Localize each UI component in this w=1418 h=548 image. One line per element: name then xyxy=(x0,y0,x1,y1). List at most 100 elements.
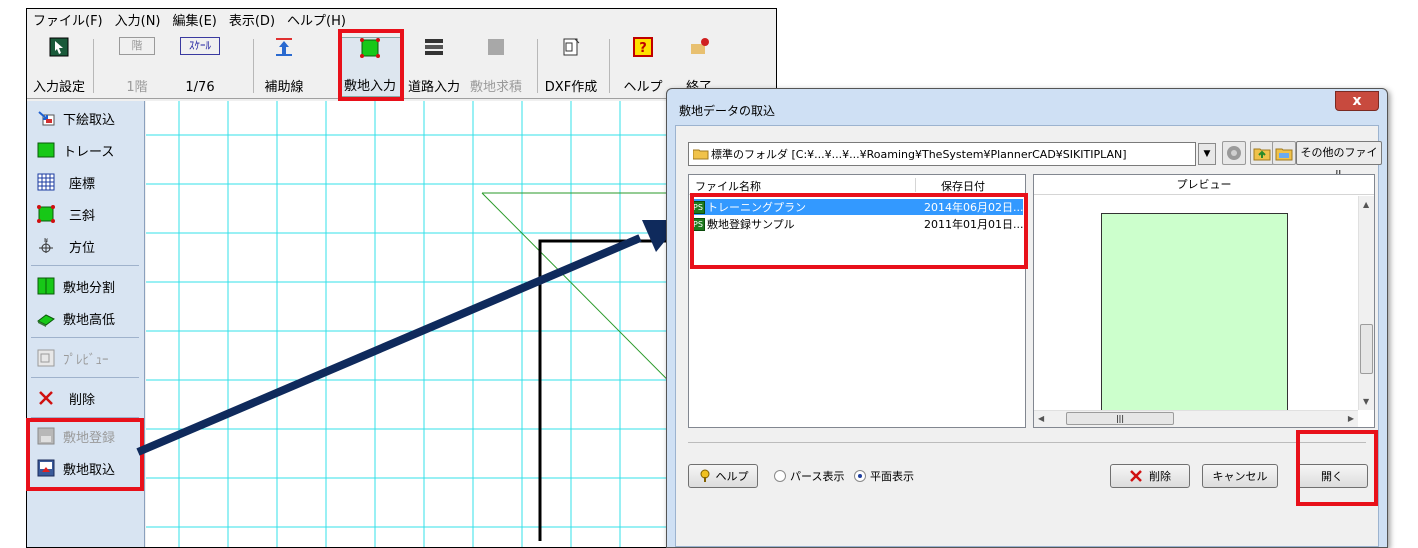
sidebar-item-label: 三斜 xyxy=(69,208,96,224)
column-header-date[interactable]: 保存日付 xyxy=(941,178,985,194)
sidebar-item-label: 下絵取込 xyxy=(63,112,116,128)
site-area-icon xyxy=(488,39,504,55)
sidebar-divider xyxy=(31,337,139,338)
sidebar-item-triangle[interactable]: 三斜 xyxy=(27,199,145,229)
toolbar-separator xyxy=(537,39,538,93)
radio-plan-label: 平面表示 xyxy=(870,470,914,483)
compass-icon: N xyxy=(39,238,53,253)
sidebar-item-trace[interactable]: トレース xyxy=(27,135,145,165)
delete-x-icon xyxy=(39,391,53,405)
scroll-left-icon[interactable]: ◀ xyxy=(1038,414,1044,423)
dialog-separator xyxy=(688,442,1366,443)
svg-text:N: N xyxy=(44,238,48,244)
dialog-title: 敷地データの取込 xyxy=(679,104,776,118)
menu-bar: ファイル(F) 入力(N) 編集(E) 表示(D) ヘルプ(H) xyxy=(27,9,776,30)
dxf-create-label: DXF作成 xyxy=(544,80,598,95)
guide-line-button[interactable]: 補助線 xyxy=(259,37,309,97)
sidebar-divider xyxy=(31,377,139,378)
folder-path: 標準のフォルダ [C:¥...¥...¥...¥Roaming¥TheSyste… xyxy=(711,148,1127,161)
horizontal-scrollbar[interactable]: ◀ ||| ▶ xyxy=(1034,410,1358,427)
floor-button[interactable]: 階 1階 xyxy=(115,37,159,97)
scroll-down-icon[interactable]: ▼ xyxy=(1363,397,1369,406)
folder-dropdown-button[interactable]: ▼ xyxy=(1198,143,1216,165)
sidebar-item-label: トレース xyxy=(63,144,115,160)
help-toolbar-button[interactable]: ? ヘルプ xyxy=(619,37,667,97)
close-button[interactable]: x xyxy=(1335,91,1379,111)
help-key-icon xyxy=(700,469,709,482)
sidebar-item-label: ﾌﾟﾚﾋﾞｭｰ xyxy=(63,352,109,368)
road-input-button[interactable]: 道路入力 xyxy=(405,37,463,97)
site-area-button[interactable]: 敷地求積 xyxy=(467,37,525,97)
menu-help[interactable]: ヘルプ(H) xyxy=(287,10,346,29)
folder-up-button[interactable] xyxy=(1250,141,1274,165)
menu-edit[interactable]: 編集(E) xyxy=(173,10,217,29)
exit-door-icon xyxy=(691,38,709,54)
site-elevation-icon xyxy=(37,314,55,327)
menu-file[interactable]: ファイル(F) xyxy=(33,10,103,29)
guide-line-label: 補助線 xyxy=(264,80,304,95)
preview-icon xyxy=(37,349,55,367)
delete-button-label: 削除 xyxy=(1149,470,1171,483)
radio-plan[interactable]: 平面表示 xyxy=(854,468,914,484)
sidebar-item-label: 座標 xyxy=(69,176,96,192)
sidebar-item-import-underlay[interactable]: 下絵取込 xyxy=(27,103,145,133)
help-button-label: ヘルプ xyxy=(715,470,749,483)
scroll-up-icon[interactable]: ▲ xyxy=(1363,200,1369,209)
trace-icon xyxy=(37,142,55,158)
other-files-button[interactable]: その他のファイル xyxy=(1296,141,1382,181)
import-underlay-icon xyxy=(38,111,55,126)
sidebar-item-label: 方位 xyxy=(69,240,96,256)
grid-coordinates-icon xyxy=(37,173,55,191)
sidebar-item-site-elevation[interactable]: 敷地高低 xyxy=(27,303,145,333)
svg-text:?: ? xyxy=(639,41,647,56)
scroll-right-icon[interactable]: ▶ xyxy=(1348,414,1354,423)
preview-pane: プレビュー ▲ ▼ ◀ ||| ▶ xyxy=(1033,174,1375,428)
road-input-label: 道路入力 xyxy=(407,80,460,95)
dxf-create-button[interactable]: DXF作成 xyxy=(541,37,601,97)
vertical-scroll-thumb[interactable] xyxy=(1360,324,1373,374)
floor-label: 1階 xyxy=(126,80,148,95)
help-question-icon: ? xyxy=(633,37,653,57)
cancel-button[interactable]: キャンセル xyxy=(1202,464,1278,488)
disc-icon xyxy=(1227,146,1241,160)
sidebar-item-delete[interactable]: 削除 xyxy=(27,383,145,413)
menu-input[interactable]: 入力(N) xyxy=(115,10,161,29)
input-settings-button[interactable]: 入力設定 xyxy=(31,37,87,97)
menu-view[interactable]: 表示(D) xyxy=(229,10,275,29)
sidebar-item-compass[interactable]: N 方位 xyxy=(27,231,145,261)
toolbar-separator xyxy=(253,39,254,93)
vertical-scrollbar[interactable]: ▲ ▼ xyxy=(1358,196,1374,410)
highlight-site-input xyxy=(338,29,404,101)
site-preview-shape xyxy=(1101,213,1288,425)
guide-line-icon xyxy=(276,38,292,56)
radio-perspective[interactable]: パース表示 xyxy=(774,468,844,484)
radio-perspective-label: パース表示 xyxy=(790,470,845,483)
dxf-document-icon xyxy=(563,38,580,56)
record-button[interactable] xyxy=(1222,141,1246,165)
site-split-icon xyxy=(37,277,55,295)
highlight-site-import xyxy=(26,418,144,491)
chevron-down-icon: ▼ xyxy=(1203,149,1211,159)
site-area-label: 敷地求積 xyxy=(469,80,522,95)
delete-button[interactable]: 削除 xyxy=(1110,464,1190,488)
scale-button[interactable]: ｽｹｰﾙ 1/76 xyxy=(175,37,225,97)
sidebar-item-preview[interactable]: ﾌﾟﾚﾋﾞｭｰ xyxy=(27,343,145,373)
triangle-measure-icon xyxy=(37,205,55,223)
sidebar-item-site-split[interactable]: 敷地分割 xyxy=(27,271,145,301)
toolbar-separator xyxy=(93,39,94,93)
new-folder-button[interactable] xyxy=(1272,141,1296,165)
highlight-open-button xyxy=(1296,430,1378,506)
delete-x-icon xyxy=(1130,470,1142,482)
folder-select[interactable]: 標準のフォルダ [C:¥...¥...¥...¥Roaming¥TheSyste… xyxy=(688,142,1196,166)
help-button[interactable]: ヘルプ xyxy=(688,464,758,488)
scale-label: 1/76 xyxy=(185,80,215,95)
horizontal-scroll-thumb[interactable]: ||| xyxy=(1066,412,1174,425)
file-list-header: ファイル名称 保存日付 xyxy=(689,175,1025,195)
dialog-body: 標準のフォルダ [C:¥...¥...¥...¥Roaming¥TheSyste… xyxy=(675,125,1382,547)
sidebar-item-coordinates[interactable]: 座標 xyxy=(27,167,145,197)
highlight-file-list xyxy=(690,193,1028,269)
folder-up-icon xyxy=(1253,148,1271,161)
column-divider xyxy=(915,178,916,192)
column-header-name[interactable]: ファイル名称 xyxy=(695,178,761,194)
settings-cursor-icon xyxy=(49,37,69,57)
